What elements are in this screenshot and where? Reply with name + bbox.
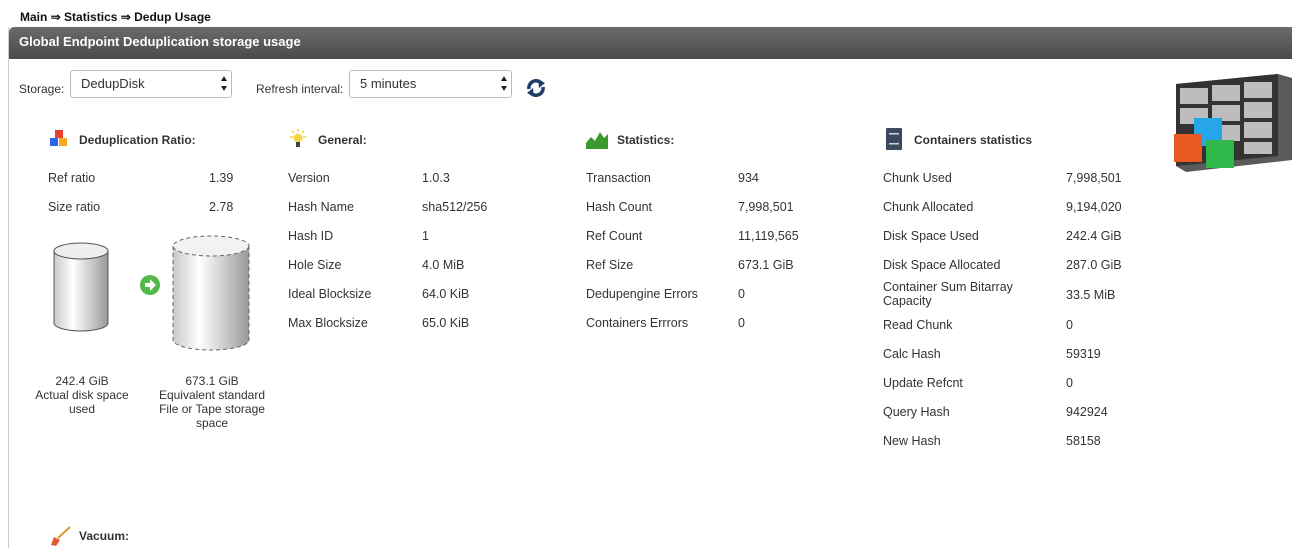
size-ratio-value: 2.78: [209, 200, 234, 214]
statistics-row-label: Dedupengine Errors: [586, 287, 698, 301]
arrow-right-icon: [140, 275, 160, 295]
panel-title: Global Endpoint Deduplication storage us…: [9, 27, 1292, 59]
containers-row-label: Disk Space Allocated: [883, 258, 1001, 272]
general-title: General:: [318, 133, 367, 147]
general-row-value: 65.0 KiB: [422, 316, 470, 330]
actual-disk-caption: Actual disk space used: [35, 388, 129, 416]
containers-row-label: Container Sum Bitarray Capacity: [883, 280, 1013, 308]
container-icon: [886, 128, 902, 150]
breadcrumb: Main ⇒ Statistics ⇒ Dedup Usage: [20, 10, 211, 24]
general-row-value: sha512/256: [422, 200, 488, 214]
statistics-row-value: 673.1 GiB: [738, 258, 794, 272]
containers-row-value: 0: [1066, 376, 1073, 390]
chevron-down-icon: [221, 86, 227, 91]
chevron-up-icon: [501, 76, 507, 81]
refresh-icon[interactable]: [525, 78, 547, 98]
ref-ratio-value: 1.39: [209, 171, 234, 185]
refresh-interval-label: Refresh interval:: [256, 82, 344, 96]
statistics-row-value: 11,119,565: [738, 229, 799, 243]
containers-row-value: 9,194,020: [1066, 200, 1122, 214]
area-chart-icon: [586, 132, 608, 149]
containers-row-value: 59319: [1066, 347, 1101, 361]
containers-row-label: Read Chunk: [883, 318, 953, 332]
containers-row-label: Calc Hash: [883, 347, 941, 361]
general-row-label: Ideal Blocksize: [288, 287, 372, 301]
statistics-row-label: Ref Count: [586, 229, 643, 243]
size-ratio-label: Size ratio: [48, 200, 101, 214]
statistics-row-label: Ref Size: [586, 258, 634, 272]
general-row-label: Hash Name: [288, 200, 354, 214]
general-row-label: Hash ID: [288, 229, 334, 243]
containers-row-label: Disk Space Used: [883, 229, 979, 243]
general-row-label: Hole Size: [288, 258, 342, 272]
storage-select-value: DedupDisk: [81, 76, 145, 91]
containers-row-value: 0: [1066, 318, 1073, 332]
statistics-row-value: 0: [738, 287, 745, 301]
statistics-row-value: 934: [738, 171, 759, 185]
small-cylinder-image: [53, 242, 109, 332]
general-row-label: Version: [288, 171, 330, 185]
chevron-up-icon: [221, 76, 227, 81]
actual-disk-size: 242.4 GiB: [55, 374, 109, 388]
equivalent-storage-caption: Equivalent standard File or Tape storage…: [158, 388, 266, 430]
lightbulb-icon: [290, 129, 306, 147]
actual-disk-space: 242.4 GiB Actual disk space used: [24, 374, 140, 416]
storage-label: Storage:: [19, 82, 65, 96]
vacuum-title: Vacuum:: [79, 529, 130, 543]
storage-server-image: [1174, 74, 1292, 172]
statistics-row-label: Hash Count: [586, 200, 653, 214]
equivalent-storage-size: 673.1 GiB: [185, 374, 239, 388]
storage-select[interactable]: DedupDisk: [70, 70, 232, 98]
statistics-row-value: 7,998,501: [738, 200, 794, 214]
containers-row-value: 942924: [1066, 405, 1108, 419]
containers-row-label: Update Refcnt: [883, 376, 963, 390]
ref-ratio-label: Ref ratio: [48, 171, 96, 185]
cubes-icon: [50, 130, 67, 146]
broom-icon: [51, 526, 71, 546]
statistics-row-label: Containers Errrors: [586, 316, 689, 330]
general-row-label: Max Blocksize: [288, 316, 368, 330]
containers-row-label: Chunk Allocated: [883, 200, 974, 214]
containers-row-label: Chunk Used: [883, 171, 952, 185]
equivalent-storage: 673.1 GiB Equivalent standard File or Ta…: [150, 374, 274, 430]
general-row-value: 1.0.3: [422, 171, 450, 185]
chevron-down-icon: [501, 86, 507, 91]
containers-title: Containers statistics: [914, 133, 1033, 147]
refresh-interval-select[interactable]: 5 minutes: [349, 70, 512, 98]
containers-row-label: Query Hash: [883, 405, 950, 419]
containers-row-value: 7,998,501: [1066, 171, 1122, 185]
statistics-row-value: 0: [738, 316, 745, 330]
containers-row-label: New Hash: [883, 434, 941, 448]
statistics-title: Statistics:: [617, 133, 675, 147]
containers-row-value: 33.5 MiB: [1066, 288, 1116, 302]
containers-row-value: 242.4 GiB: [1066, 229, 1122, 243]
large-cylinder-image: [172, 235, 250, 351]
dedup-ratio-title: Deduplication Ratio:: [79, 133, 196, 147]
refresh-interval-value: 5 minutes: [360, 76, 417, 91]
general-row-value: 1: [422, 229, 429, 243]
general-row-value: 4.0 MiB: [422, 258, 465, 272]
statistics-row-label: Transaction: [586, 171, 651, 185]
containers-row-value: 287.0 GiB: [1066, 258, 1122, 272]
general-row-value: 64.0 KiB: [422, 287, 470, 301]
containers-row-value: 58158: [1066, 434, 1101, 448]
